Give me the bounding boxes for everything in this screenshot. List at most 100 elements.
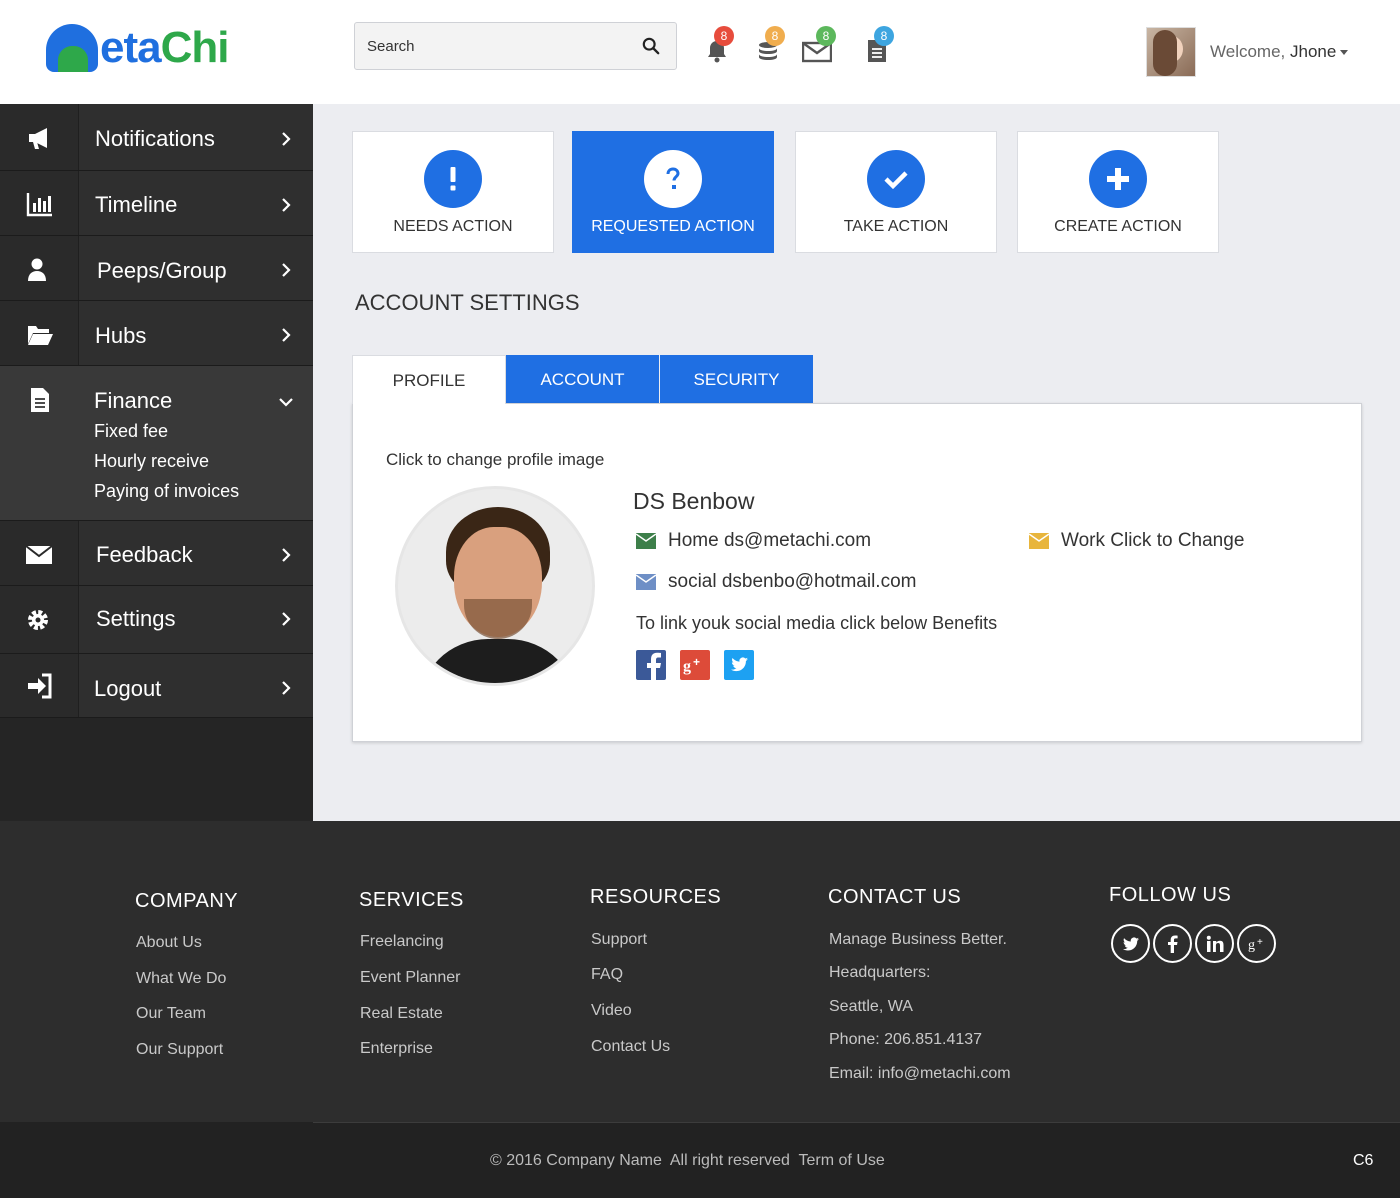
facebook-icon[interactable] [636,650,666,680]
username: Jhone [1290,42,1337,61]
facebook-icon[interactable] [1153,924,1192,963]
footer-services: SERVICES Freelancing Event Planner Real … [359,889,464,1057]
profile-photo[interactable] [395,486,595,686]
sidebar-subitem-hourly-receive[interactable]: Hourly receive [94,451,209,472]
sidebar-icon-cell [0,171,79,235]
profile-name: DS Benbow [633,488,755,514]
sidebar-item-label: Hubs [95,323,147,348]
chevron-down-icon [279,398,293,407]
create-action-card[interactable]: CREATE ACTION [1017,131,1219,253]
sidebar-item-logout[interactable]: Logout [0,654,313,718]
svg-text:g: g [683,658,691,675]
document-badge: 8 [874,26,894,46]
svg-text:+: + [693,655,700,669]
document-notification[interactable]: 8 [860,26,904,70]
sidebar-item-peeps-group[interactable]: Peeps/Group [0,236,313,301]
footer-link-support-resource[interactable]: Support [591,931,647,949]
sidebar-item-settings[interactable]: Settings [0,586,313,654]
action-circle [424,150,482,208]
work-email[interactable]: Work Click to Change [1029,530,1244,552]
message-badge: 8 [816,26,836,46]
profile-panel: Click to change profile image DS Benbow … [352,403,1362,742]
sidebar-icon-cell [0,586,79,653]
tab-security[interactable]: SECURITY [660,355,813,404]
svg-text:+: + [1257,937,1263,948]
footer-link-about[interactable]: About Us [136,934,202,952]
metachi-logo[interactable]: etaChi [46,18,230,78]
notification-badge: 8 [714,26,734,46]
footer-link-contact[interactable]: Contact Us [591,1038,670,1056]
search-icon[interactable] [642,37,660,55]
chevron-right-icon [282,132,291,146]
svg-text:g: g [1248,938,1255,953]
footer-link-enterprise[interactable]: Enterprise [360,1040,433,1058]
user-menu[interactable]: Welcome, Jhone [1146,27,1349,77]
avatar[interactable] [1146,27,1196,77]
notification-bell[interactable]: 8 [700,26,744,70]
tab-profile[interactable]: PROFILE [352,355,506,404]
action-label: CREATE ACTION [1054,218,1182,235]
footer-contact-phone[interactable]: Phone: 206.851.4137 [829,1031,982,1049]
footer-link-team[interactable]: Our Team [136,1005,206,1023]
sidebar-item-timeline[interactable]: Timeline [0,171,313,236]
sidebar-icon-cell [0,654,79,717]
sidebar-item-label: Peeps/Group [97,258,227,283]
sidebar-subitem-fixed-fee[interactable]: Fixed fee [94,421,168,442]
footer-link-freelancing[interactable]: Freelancing [360,933,444,951]
footer-link-real-estate[interactable]: Real Estate [360,1005,443,1023]
sidebar-icon-cell [0,366,79,520]
coins-badge: 8 [765,26,785,46]
chevron-right-icon [282,263,291,277]
chevron-right-icon [282,548,291,562]
footer-follow: FOLLOW US [1109,884,1231,907]
sidebar-item-finance[interactable]: Finance Fixed fee Hourly receive Paying … [0,366,313,521]
user-icon [28,258,46,281]
chevron-right-icon [282,328,291,342]
footer-contact-tagline: Manage Business Better. [829,931,1007,948]
social-email[interactable]: social dsbenbo@hotmail.com [636,571,916,593]
requested-action-card[interactable]: REQUESTED ACTION [572,131,774,253]
logo-text-chi: Chi [160,23,230,72]
footer-contact-email[interactable]: Email: info@metachi.com [829,1065,1011,1083]
needs-action-card[interactable]: NEEDS ACTION [352,131,554,253]
footer-link-event-planner[interactable]: Event Planner [360,969,461,987]
footer-heading: RESOURCES [590,886,722,908]
chevron-down-icon [1340,50,1349,56]
google-plus-icon[interactable]: g + [1237,924,1276,963]
sidebar-subitem-paying-invoices[interactable]: Paying of invoices [94,481,239,502]
bottom-bar: © 2016 Company Name All right reserved T… [0,1122,1400,1198]
sidebar-item-feedback[interactable]: Feedback [0,521,313,586]
sidebar-item-label: Timeline [95,192,178,217]
take-action-card[interactable]: TAKE ACTION [795,131,997,253]
footer-link-video[interactable]: Video [591,1002,632,1020]
footer-link-faq[interactable]: FAQ [591,966,623,984]
photo-beard [464,599,532,639]
sidebar-item-hubs[interactable]: Hubs [0,301,313,366]
page-code: C6 [1353,1152,1374,1169]
search-box [354,22,677,70]
footer-heading: COMPANY [135,890,239,912]
chevron-right-icon [282,681,291,695]
coins-notification[interactable]: 8 [751,26,795,70]
linkedin-icon[interactable] [1195,924,1234,963]
sidebar-item-notifications[interactable]: Notifications [0,104,313,171]
footer-heading: FOLLOW US [1109,884,1232,906]
sidebar-icon-cell [0,236,79,300]
twitter-icon[interactable] [1111,924,1150,963]
action-circle [867,150,925,208]
message-notification[interactable]: 8 [798,26,842,70]
google-plus-icon[interactable]: g + [680,650,710,680]
tab-account[interactable]: ACCOUNT [506,355,659,404]
top-header: etaChi 8 8 8 8 Welcome, Jhone [0,0,1400,104]
footer-link-support[interactable]: Our Support [136,1041,223,1059]
twitter-icon[interactable] [724,650,754,680]
footer-company: COMPANY About Us What We Do Our Team Our… [135,890,239,1058]
search-input[interactable] [355,23,625,69]
copyright-text: © 2016 Company Name All right reserved T… [490,1152,885,1169]
change-image-label[interactable]: Click to change profile image [386,450,604,470]
welcome-text[interactable]: Welcome, Jhone [1210,42,1349,62]
plus-icon [1107,168,1129,190]
footer-link-what-we-do[interactable]: What We Do [136,970,226,988]
envelope-icon [636,574,656,590]
home-email[interactable]: Home ds@metachi.com [636,530,871,552]
